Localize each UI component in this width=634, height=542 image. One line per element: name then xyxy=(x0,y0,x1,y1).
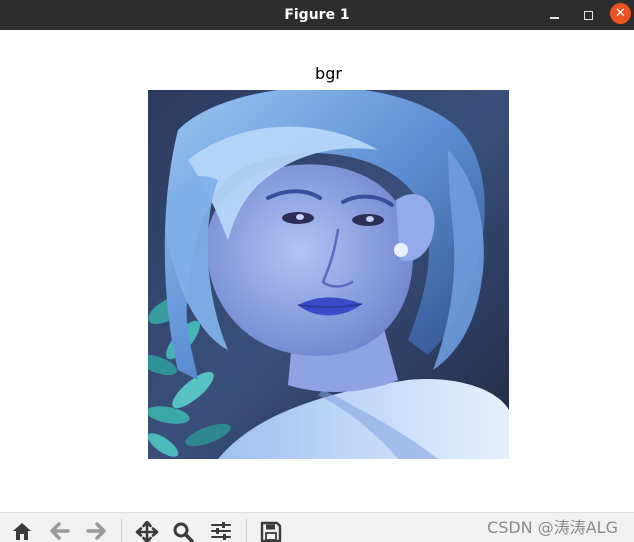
zoom-icon[interactable] xyxy=(170,521,196,542)
home-icon[interactable] xyxy=(9,521,35,542)
window-title: Figure 1 xyxy=(284,7,350,23)
back-arrow-icon[interactable] xyxy=(47,521,73,542)
maximize-icon[interactable] xyxy=(577,4,599,26)
close-icon[interactable]: ✕ xyxy=(610,3,631,24)
toolbar-separator xyxy=(121,519,122,542)
configure-subplots-icon[interactable] xyxy=(208,521,234,542)
image-axes xyxy=(148,90,509,459)
pan-icon[interactable] xyxy=(134,521,160,542)
csdn-watermark: CSDN @涛涛ALG xyxy=(487,518,618,537)
minimize-icon[interactable] xyxy=(543,4,565,26)
toolbar-separator xyxy=(246,519,247,542)
window-titlebar: Figure 1 ✕ xyxy=(0,0,634,30)
portrait-image xyxy=(148,90,509,459)
save-icon[interactable] xyxy=(258,521,284,542)
forward-arrow-icon[interactable] xyxy=(83,521,109,542)
axes-title: bgr xyxy=(315,64,342,83)
